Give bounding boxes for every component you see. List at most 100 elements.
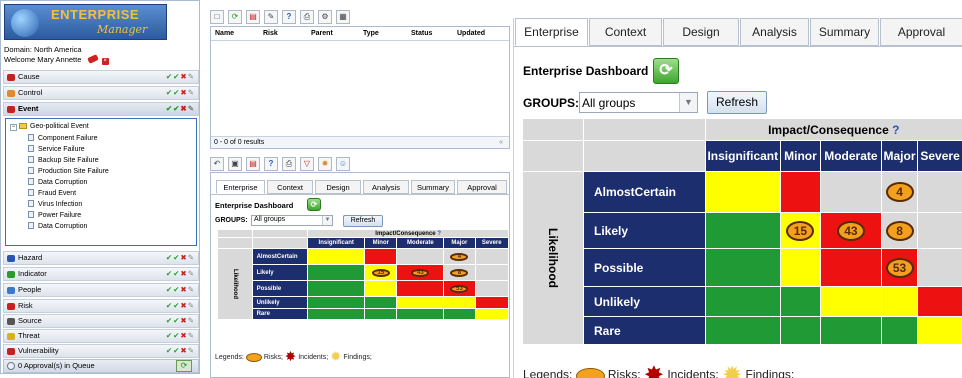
help-icon[interactable]: ?	[282, 10, 296, 24]
matrix-cell[interactable]: 8	[880, 212, 919, 249]
matrix-cell[interactable]: 15	[364, 264, 398, 281]
edit-icon[interactable]: ✎	[188, 301, 195, 310]
matrix-cell[interactable]	[917, 212, 962, 249]
matrix-cell[interactable]	[307, 296, 366, 309]
matrix-cell[interactable]	[364, 280, 398, 297]
matrix-cell[interactable]	[307, 264, 366, 281]
matrix-cell[interactable]	[396, 248, 445, 265]
section-event[interactable]: Event ✔✔✖✎	[3, 102, 199, 116]
matrix-cell[interactable]	[704, 248, 782, 287]
risk-count-badge[interactable]: 15	[786, 220, 815, 241]
approve-icon[interactable]: ✔	[166, 331, 173, 340]
reject-icon[interactable]: ✖	[180, 104, 187, 113]
matrix-cell[interactable]	[917, 286, 962, 317]
refresh-button[interactable]: Refresh	[707, 91, 767, 114]
matrix-cell[interactable]	[704, 286, 782, 317]
section-risk[interactable]: Risk ✔✔✖✎	[3, 299, 199, 313]
tree-item[interactable]: Production Site Failure	[28, 167, 109, 175]
matrix-cell[interactable]	[474, 264, 509, 281]
logout-icon[interactable]: ×	[101, 58, 109, 65]
tab-analysis[interactable]: Analysis	[740, 18, 809, 46]
section-threat[interactable]: Threat ✔✔✖✎	[3, 329, 199, 343]
matrix-cell[interactable]: 4	[880, 171, 919, 213]
matrix-cell[interactable]	[396, 296, 445, 309]
matrix-cell[interactable]	[917, 316, 962, 345]
matrix-cell[interactable]	[780, 286, 821, 317]
column-header[interactable]: Type	[363, 30, 379, 37]
reject-icon[interactable]: ✖	[180, 316, 187, 325]
section-indicator[interactable]: Indicator ✔✔✖✎	[3, 267, 199, 281]
matrix-cell[interactable]	[474, 308, 509, 320]
section-hazard[interactable]: Hazard ✔✔✖✎	[3, 251, 199, 265]
mini-tab-design[interactable]: Design	[315, 180, 361, 194]
edit-icon[interactable]: ✎	[264, 10, 278, 24]
mini-dashboard-refresh-icon[interactable]: ⟳	[307, 198, 321, 211]
edit-icon[interactable]: ✎	[188, 346, 195, 355]
dashboard-refresh-icon[interactable]: ⟳	[653, 58, 679, 84]
collapse-grid-icon[interactable]: «	[499, 137, 503, 148]
risk-count-badge[interactable]: 53	[885, 257, 914, 278]
chevron-down-icon[interactable]: ▼	[679, 93, 697, 112]
edit-icon[interactable]: ✎	[188, 316, 195, 325]
refresh-queue-button[interactable]: ⟳	[176, 360, 192, 372]
matrix-cell[interactable]: 15	[780, 212, 821, 249]
tab-enterprise[interactable]: Enterprise	[515, 18, 588, 46]
reject-icon[interactable]: ✖	[180, 269, 187, 278]
tree-item[interactable]: Power Failure	[28, 211, 81, 219]
matrix-cell[interactable]	[880, 316, 919, 345]
matrix-cell[interactable]	[819, 286, 882, 317]
matrix-cell[interactable]	[704, 316, 782, 345]
matrix-cell[interactable]: 4	[443, 248, 476, 265]
risk-count-badge[interactable]: 43	[411, 268, 430, 277]
export-icon[interactable]: ▦	[336, 10, 350, 24]
risk-count-badge[interactable]: 8	[450, 268, 469, 277]
matrix-cell[interactable]: 53	[443, 280, 476, 297]
reject-icon[interactable]: ✖	[180, 301, 187, 310]
risk-count-badge[interactable]: 8	[885, 220, 914, 241]
edit-icon[interactable]: ✎	[188, 269, 195, 278]
mini-groups-select[interactable]: All groups ▼	[251, 215, 333, 226]
groups-select[interactable]: All groups ▼	[579, 92, 698, 113]
column-header[interactable]: Updated	[457, 30, 485, 37]
matrix-cell[interactable]	[780, 171, 821, 213]
approve-icon[interactable]: ✔	[166, 285, 173, 294]
refresh-icon[interactable]: ⟳	[228, 10, 242, 24]
edit-icon[interactable]: ✎	[188, 253, 195, 262]
matrix-cell[interactable]	[819, 248, 882, 287]
tree-item[interactable]: Service Failure	[28, 145, 85, 153]
tree-root-item[interactable]: − Geo-political Event	[10, 123, 89, 131]
matrix-cell[interactable]	[474, 280, 509, 297]
matrix-cell[interactable]	[443, 308, 476, 320]
tree-item[interactable]: Data Corruption	[28, 222, 87, 230]
approve-icon[interactable]: ✔	[166, 301, 173, 310]
column-header[interactable]: Parent	[311, 30, 333, 37]
approve-icon[interactable]: ✔	[166, 88, 173, 97]
new-icon[interactable]: □	[210, 10, 224, 24]
tree-item[interactable]: Component Failure	[28, 134, 98, 142]
matrix-cell[interactable]: 43	[819, 212, 882, 249]
approve-icon[interactable]: ✔	[166, 269, 173, 278]
matrix-cell[interactable]	[819, 316, 882, 345]
matrix-cell[interactable]	[443, 296, 476, 309]
section-cause[interactable]: Cause ✔✔✖✎	[3, 70, 199, 84]
column-header[interactable]: Name	[215, 30, 234, 37]
tree-item[interactable]: Data Corruption	[28, 178, 87, 186]
tab-approval[interactable]: Approval	[880, 18, 962, 46]
reject-icon[interactable]: ✖	[180, 346, 187, 355]
reject-icon[interactable]: ✖	[180, 88, 187, 97]
tree-item[interactable]: Backup Site Failure	[28, 156, 99, 164]
mini-tab-approval[interactable]: Approval	[457, 180, 507, 194]
matrix-cell[interactable]	[917, 248, 962, 287]
edit-icon[interactable]: ✎	[188, 104, 195, 113]
approve-icon[interactable]: ✔	[166, 104, 173, 113]
tab-summary[interactable]: Summary	[810, 18, 879, 46]
matrix-cell[interactable]: 8	[443, 264, 476, 281]
matrix-cell[interactable]	[396, 280, 445, 297]
reject-icon[interactable]: ✖	[180, 253, 187, 262]
matrix-cell[interactable]	[364, 296, 398, 309]
pdf-icon-2[interactable]: ▤	[246, 157, 260, 171]
risk-count-badge[interactable]: 4	[885, 182, 914, 202]
approval-queue-bar[interactable]: 0 Approval(s) in Queue ⟳	[3, 359, 199, 373]
pdf-icon[interactable]: ▤	[246, 10, 260, 24]
mini-tab-enterprise[interactable]: Enterprise	[216, 180, 265, 194]
